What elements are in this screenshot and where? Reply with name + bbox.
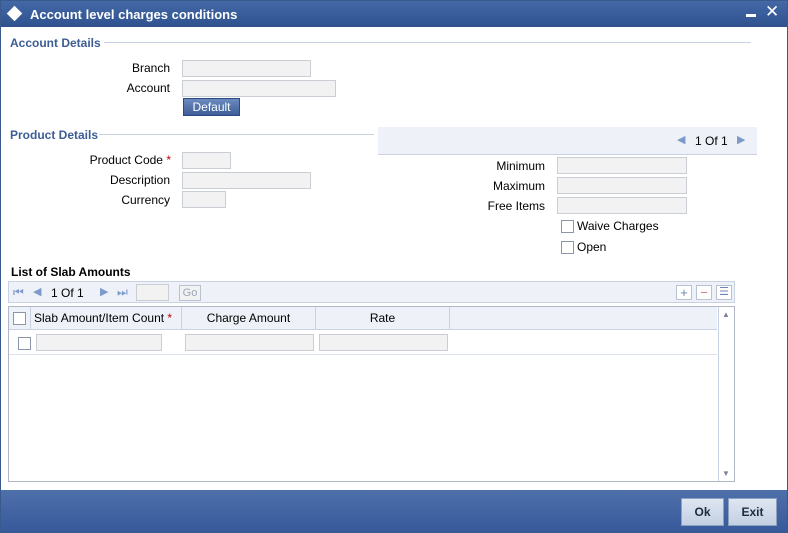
dialog-window: Account level charges conditions ✕ Accou… [0, 0, 788, 533]
single-view-icon[interactable]: ☰ [716, 285, 732, 300]
pager-text: 1 Of 1 [695, 134, 728, 148]
footer-bar: Ok Exit [1, 490, 787, 532]
free-items-input[interactable] [557, 197, 687, 214]
minimize-icon[interactable] [746, 14, 756, 17]
minimum-label: Minimum [496, 159, 545, 173]
currency-label: Currency [121, 193, 170, 207]
section-divider [104, 42, 751, 43]
title-bar: Account level charges conditions ✕ [1, 1, 787, 27]
slab-amount-input[interactable] [36, 334, 162, 351]
go-button[interactable]: Go [179, 285, 201, 301]
ok-button[interactable]: Ok [681, 498, 724, 526]
open-label: Open [577, 240, 607, 254]
previous-page-icon[interactable]: ◀ [33, 285, 41, 298]
slab-pager-text: 1 Of 1 [51, 286, 84, 300]
description-input[interactable] [182, 172, 311, 189]
table-row [9, 331, 717, 355]
currency-input[interactable] [182, 191, 226, 208]
minimum-input[interactable] [557, 157, 687, 174]
scroll-down-icon[interactable]: ▼ [722, 469, 730, 478]
product-code-label-text: Product Code [89, 153, 163, 167]
grid-header: Slab Amount/Item Count * Charge Amount R… [9, 307, 717, 330]
window-icon [6, 5, 23, 22]
branch-input[interactable] [182, 60, 311, 77]
scroll-up-icon[interactable]: ▲ [722, 310, 730, 319]
add-row-icon[interactable]: + [676, 285, 692, 300]
free-items-label: Free Items [487, 199, 545, 213]
close-icon[interactable]: ✕ [765, 3, 779, 20]
default-button[interactable]: Default [183, 98, 240, 116]
delete-row-icon[interactable]: − [696, 285, 712, 300]
waive-charges-checkbox[interactable] [561, 220, 574, 233]
account-details-heading: Account Details [10, 36, 101, 50]
description-label: Description [109, 173, 170, 187]
last-page-icon[interactable]: ⏭ [117, 285, 128, 300]
slab-list-toolbar: ⏮ ◀ 1 Of 1 ▶ ⏭ Go + − ☰ [8, 281, 735, 303]
next-page-icon[interactable]: ▶ [100, 285, 108, 298]
required-marker: * [166, 153, 171, 167]
account-input[interactable] [182, 80, 336, 97]
page-number-input[interactable] [136, 284, 169, 301]
header-select-cell [9, 307, 31, 330]
charge-amount-input[interactable] [185, 334, 314, 351]
column-rate[interactable]: Rate [316, 307, 450, 330]
waive-charges-label: Waive Charges [577, 219, 659, 233]
select-all-checkbox[interactable] [13, 312, 26, 325]
window-title: Account level charges conditions [30, 7, 238, 22]
column-slab-amount[interactable]: Slab Amount/Item Count * [31, 307, 182, 330]
maximum-input[interactable] [557, 177, 687, 194]
branch-label: Branch [131, 61, 170, 75]
column-charge-amount[interactable]: Charge Amount [182, 307, 316, 330]
rate-input[interactable] [319, 334, 448, 351]
product-code-input[interactable] [182, 152, 231, 169]
slab-amounts-grid: Slab Amount/Item Count * Charge Amount R… [8, 306, 735, 482]
next-arrow-icon[interactable]: ▶ [737, 133, 745, 146]
slab-list-heading: List of Slab Amounts [11, 265, 131, 279]
open-checkbox[interactable] [561, 241, 574, 254]
previous-arrow-icon[interactable]: ◀ [677, 133, 685, 146]
account-label: Account [126, 81, 170, 95]
section-divider [99, 134, 374, 135]
first-page-icon[interactable]: ⏮ [13, 285, 24, 300]
row-select-checkbox[interactable] [18, 337, 31, 350]
product-details-heading: Product Details [10, 128, 99, 142]
grid-scrollbar[interactable]: ▲ ▼ [718, 307, 734, 481]
right-panel-pager-bar: ◀ 1 Of 1 ▶ [378, 127, 757, 155]
maximum-label: Maximum [492, 179, 545, 193]
product-code-label: Product Code * [41, 153, 171, 167]
required-marker: * [167, 311, 173, 325]
exit-button[interactable]: Exit [728, 498, 777, 526]
